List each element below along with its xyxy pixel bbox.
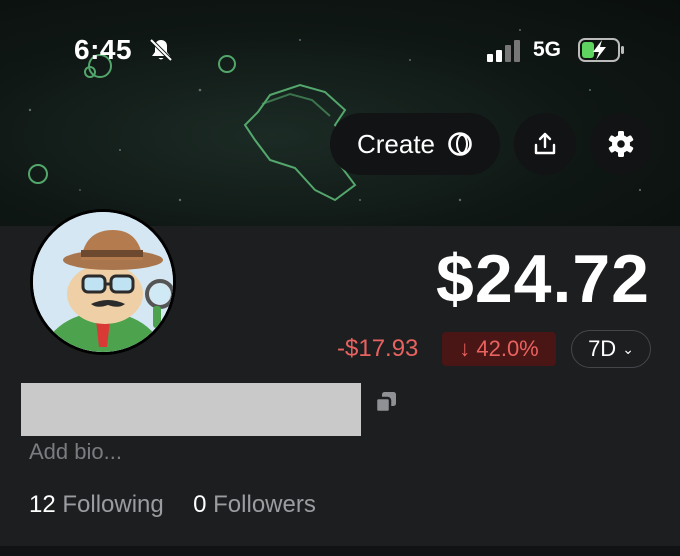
avatar-image	[33, 212, 173, 352]
signal-bars-icon	[487, 40, 520, 62]
following-label: Following	[62, 491, 164, 518]
following-link[interactable]: 12 Following	[29, 491, 170, 518]
network-type: 5G	[533, 38, 562, 61]
settings-button[interactable]	[590, 113, 652, 175]
balance-change-percent: ↓ 42.0%	[459, 336, 539, 361]
followers-link[interactable]: 0 Followers	[193, 491, 316, 518]
balance-change-amount: -$17.93	[337, 335, 419, 362]
chevron-down-icon: ⌄	[622, 340, 634, 357]
share-button[interactable]	[514, 113, 576, 175]
create-ring-icon	[448, 132, 472, 156]
avatar[interactable]	[30, 209, 176, 355]
battery-charging-icon	[578, 38, 624, 62]
period-selector-label: 7D	[588, 336, 617, 361]
create-button-label: Create	[356, 128, 436, 159]
status-bar: 6:45 5G	[0, 0, 680, 100]
period-selector[interactable]: 7D ⌄	[571, 330, 651, 368]
bio-placeholder[interactable]: Add bio...	[29, 439, 122, 465]
copy-icon[interactable]	[374, 390, 398, 414]
following-count: 12	[29, 491, 56, 518]
portfolio-balance: $24.72	[436, 241, 650, 317]
balance-change-percent-badge: ↓ 42.0%	[442, 332, 556, 366]
followers-count: 0	[193, 491, 207, 518]
username-redacted	[21, 383, 361, 436]
bell-slash-icon	[149, 38, 173, 62]
follow-stats: 12 Following 0 Followers	[29, 491, 316, 519]
gear-icon	[608, 131, 634, 157]
create-button[interactable]: Create	[330, 113, 500, 175]
share-icon	[534, 132, 556, 155]
status-time: 6:45	[74, 34, 133, 65]
divider	[0, 546, 680, 556]
followers-label: Followers	[213, 491, 316, 518]
